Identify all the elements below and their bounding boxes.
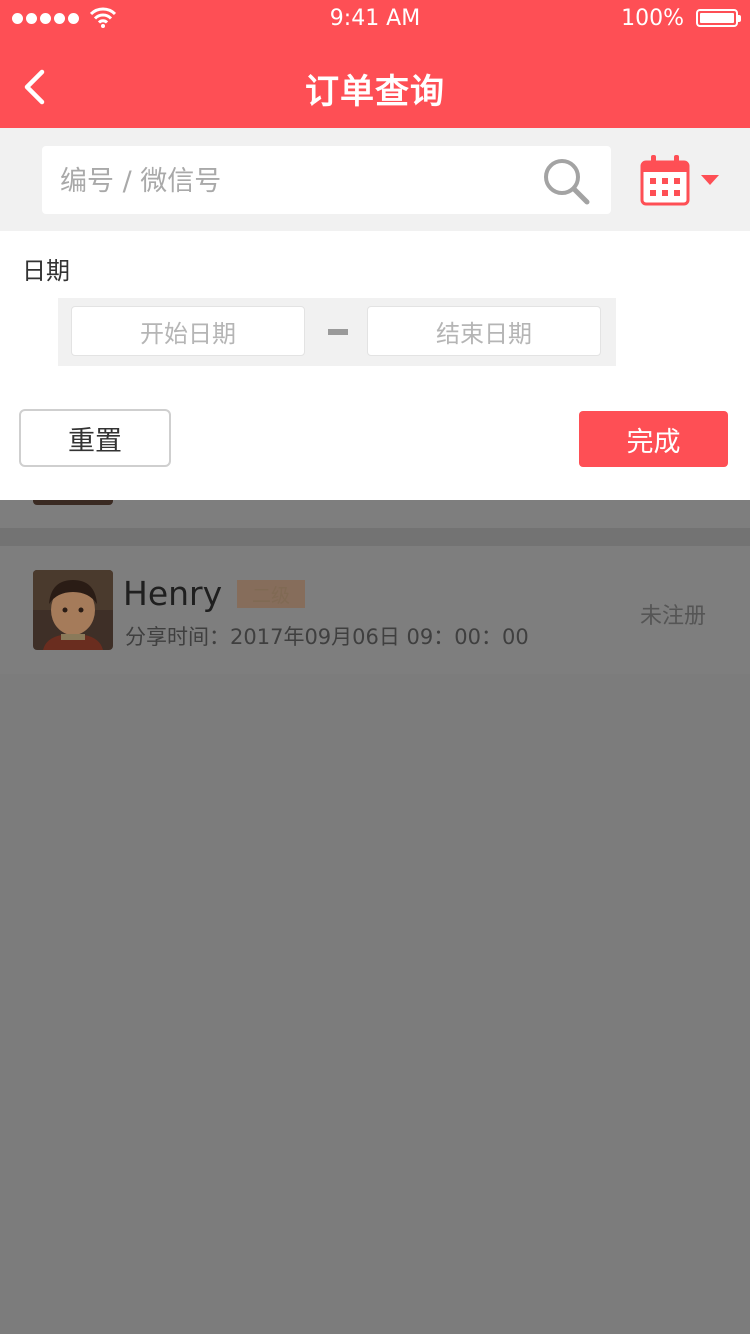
- calendar-icon[interactable]: [640, 154, 690, 206]
- search-input[interactable]: [58, 146, 532, 216]
- share-time: 分享时间：2017年09月06日 09：00：00: [125, 625, 529, 649]
- level-badge: 二级: [237, 580, 305, 608]
- app-header: 9:41 AM 100% 订单查询: [0, 0, 750, 128]
- range-dash: [328, 329, 348, 335]
- search-box[interactable]: [42, 146, 611, 216]
- date-label: 日期: [22, 257, 70, 285]
- registration-status: 未注册: [639, 604, 706, 629]
- battery-icon: [696, 9, 741, 27]
- done-button[interactable]: 完成: [579, 411, 728, 467]
- avatar: [33, 570, 113, 650]
- contact-name: Henry: [123, 574, 223, 613]
- reset-button[interactable]: 重置: [19, 409, 171, 467]
- search-icon[interactable]: [542, 157, 590, 205]
- date-range: 开始日期 结束日期: [58, 298, 616, 366]
- list-item: [0, 500, 750, 528]
- divider: [0, 528, 750, 546]
- page-title: 订单查询: [305, 72, 445, 112]
- caret-down-icon[interactable]: [701, 175, 719, 186]
- avatar: [33, 500, 113, 505]
- list-item[interactable]: Henry 二级 分享时间：2017年09月06日 09：00：00 未注册: [0, 546, 750, 674]
- end-date-field[interactable]: 结束日期: [367, 306, 601, 356]
- search-bar: [0, 128, 750, 231]
- start-date-field[interactable]: 开始日期: [71, 306, 305, 356]
- battery-percent: 100%: [621, 6, 684, 31]
- date-filter-panel: 日期 开始日期 结束日期 重置 完成: [0, 231, 750, 500]
- status-bar: 9:41 AM 100%: [0, 0, 750, 38]
